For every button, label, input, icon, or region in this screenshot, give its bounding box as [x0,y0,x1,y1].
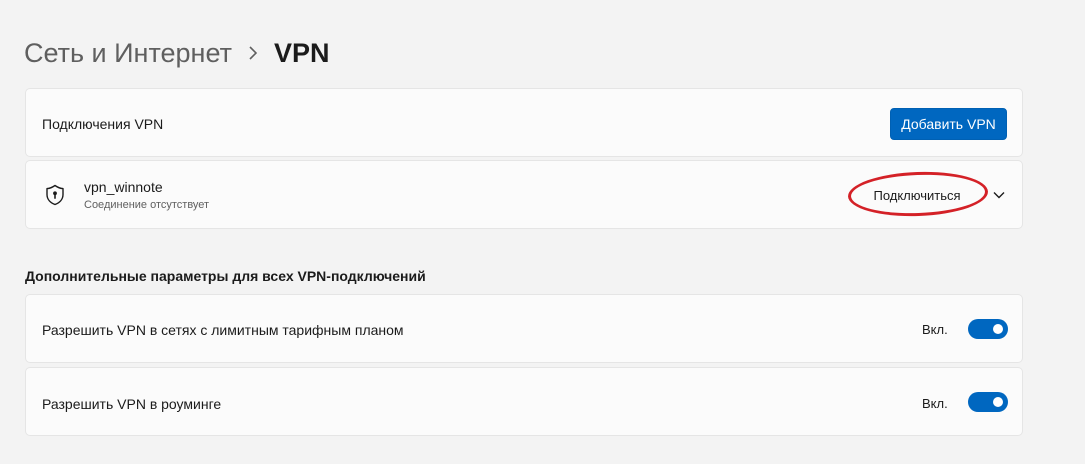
page-title: VPN [273,37,330,68]
toggle-knob [993,397,1003,407]
setting-row-metered: Разрешить VPN в сетях с лимитным тарифны… [25,294,1023,363]
toggle-state-label: Вкл. [922,396,948,411]
toggle-knob [993,324,1003,334]
setting-row-roaming: Разрешить VPN в роуминге Вкл. [25,367,1023,436]
chevron-right-icon [248,46,258,60]
advanced-settings-heading: Дополнительные параметры для всех VPN-по… [25,268,426,284]
chevron-down-icon[interactable] [992,188,1006,202]
add-vpn-button[interactable]: Добавить VPN [890,108,1007,140]
breadcrumb: Сеть и Интернет VPN [24,33,329,73]
setting-label-metered: Разрешить VPN в сетях с лимитным тарифны… [42,322,404,338]
connect-button[interactable]: Подключиться [850,178,984,212]
roaming-toggle[interactable] [968,392,1008,412]
setting-label-roaming: Разрешить VPN в роуминге [42,396,222,412]
metered-toggle[interactable] [968,319,1008,339]
vpn-connection-name: vpn_winnote [84,179,163,195]
breadcrumb-parent-link[interactable]: Сеть и Интернет [24,38,232,69]
shield-icon [46,184,64,206]
vpn-connections-label: Подключения VPN [42,116,164,132]
vpn-entry-card[interactable]: vpn_winnote Соединение отсутствует Подкл… [25,160,1023,229]
vpn-connections-card: Подключения VPN Добавить VPN [25,88,1023,157]
toggle-state-label: Вкл. [922,322,948,337]
vpn-connection-status: Соединение отсутствует [84,199,210,211]
